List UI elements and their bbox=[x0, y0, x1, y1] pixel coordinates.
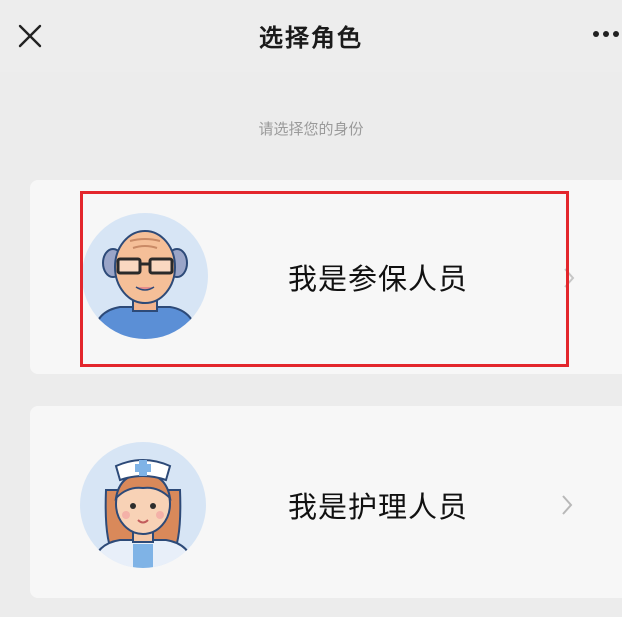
more-icon[interactable] bbox=[592, 24, 622, 44]
role-prompt: 请选择您的身份 bbox=[258, 120, 364, 138]
chevron-right-icon bbox=[562, 495, 573, 515]
elderly-man-avatar-icon bbox=[82, 213, 208, 339]
chevron-right-icon bbox=[564, 268, 575, 288]
role-label-insured: 我是参保人员 bbox=[288, 262, 469, 296]
page-title: 选择角色 bbox=[259, 24, 363, 52]
role-label-caregiver: 我是护理人员 bbox=[288, 490, 469, 524]
nurse-avatar-icon bbox=[80, 442, 206, 568]
top-bar: 选择角色 bbox=[0, 0, 622, 72]
